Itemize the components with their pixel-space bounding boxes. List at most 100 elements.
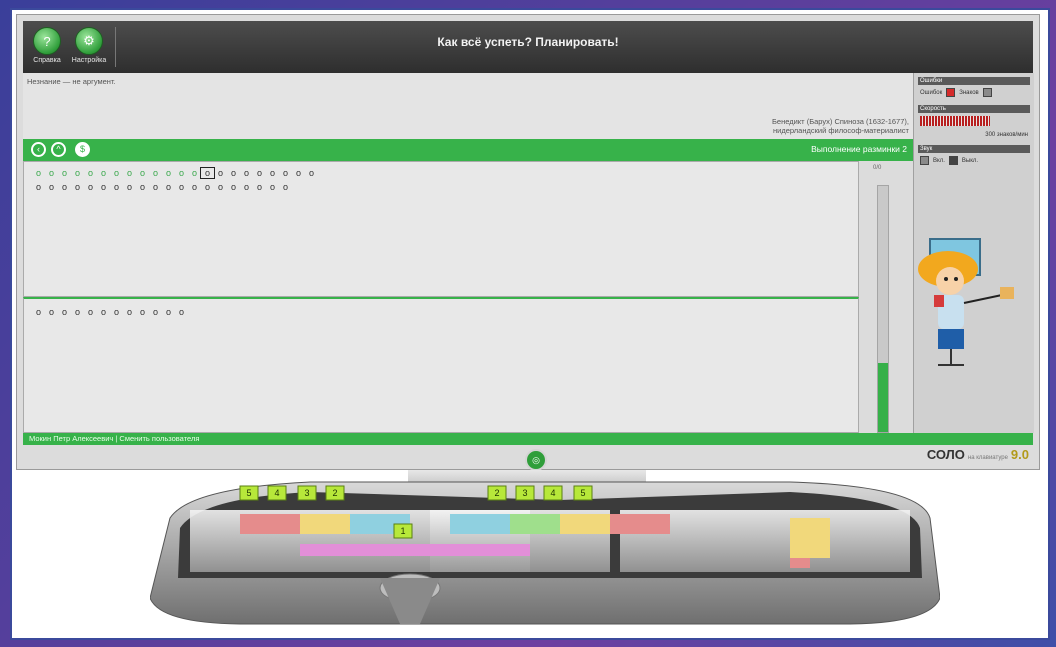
finger-label-left: 2	[332, 488, 337, 498]
sound-header: Звук	[918, 145, 1030, 153]
brand-version: 9.0	[1010, 447, 1029, 462]
app-toolbar: ? Справка ⚙ Настройка Как всё успеть? Пл…	[23, 21, 1033, 73]
typed-char: o	[152, 307, 158, 317]
exercise-char-done: o	[139, 168, 145, 178]
typed-char: o	[100, 307, 106, 317]
sound-off-label: Выкл.	[961, 157, 979, 164]
up-icon[interactable]: ^	[51, 142, 66, 157]
typed-char: o	[61, 307, 67, 317]
quote-text: Незнание — не аргумент.	[27, 77, 116, 86]
exercise-char: o	[295, 168, 301, 178]
user-info[interactable]: Мокин Петр Алексеевич | Сменить пользова…	[29, 434, 199, 443]
keyboard-illustration: 5 4 3 2 2 3 4 5 1	[150, 481, 940, 625]
speed-caption: 300 знаков/мин	[985, 132, 1028, 138]
typed-char: o	[87, 307, 93, 317]
exercise-char: o	[269, 182, 275, 192]
app-logo-icon: ◎	[525, 449, 547, 471]
exercise-char: o	[230, 168, 236, 178]
exercise-toolbar: ‹ ^ $ Выполнение разминки 2	[23, 139, 913, 161]
errors-section: Ошибки Ошибок Знаков	[918, 77, 1030, 100]
typed-char: o	[126, 307, 132, 317]
sound-section: Звук Вкл. Выкл.	[918, 145, 1030, 168]
exercise-char: o	[243, 168, 249, 178]
back-icon[interactable]: ‹	[31, 142, 46, 157]
typed-char: o	[165, 307, 171, 317]
exercise-char: o	[269, 168, 275, 178]
typed-char: o	[48, 307, 54, 317]
help-tool-label: Справка	[33, 57, 61, 64]
finger-label-right: 4	[550, 488, 555, 498]
sound-on-label: Вкл.	[933, 157, 945, 164]
exercise-char: o	[230, 182, 236, 192]
stats-panel: Ошибки Ошибок Знаков Скорость 300 знаков…	[913, 73, 1034, 433]
brand-sub: на клавиатуре	[967, 455, 1008, 461]
level-box	[982, 88, 992, 97]
typed-line: oooooooooooo	[32, 307, 188, 317]
typed-char: o	[113, 307, 119, 317]
exercise-char: o	[191, 182, 197, 192]
speed-header: Скорость	[918, 105, 1030, 113]
exercise-char: o	[243, 182, 249, 192]
exercise-cursor-char: o	[200, 167, 215, 179]
typed-char: o	[139, 307, 145, 317]
exercise-char-done: o	[87, 168, 93, 178]
key-grid	[190, 510, 910, 572]
finger-label-right: 5	[580, 488, 585, 498]
brand-name: СОЛО	[926, 447, 965, 462]
exercise-line-1: oooooooooooooooooooooo	[32, 167, 318, 179]
progress-label: 0/0	[873, 165, 882, 171]
sound-off-toggle[interactable]	[948, 156, 958, 165]
exercise-char: o	[217, 168, 223, 178]
finger-label-right: 2	[494, 488, 499, 498]
quote-author: Бенедикт (Барух) Спиноза (1632-1677), ни…	[772, 117, 909, 135]
exercise-char: o	[61, 182, 67, 192]
brand-logo: СОЛО на клавиатуре 9.0	[927, 447, 1029, 462]
typing-input-area[interactable]: oooooooooooo	[23, 297, 859, 433]
finger-label-right: 3	[522, 488, 527, 498]
speed-section: Скорость 300 знаков/мин	[918, 105, 1030, 141]
exercise-char: o	[308, 168, 314, 178]
exercise-char-done: o	[126, 168, 132, 178]
exercise-char: o	[152, 182, 158, 192]
exercise-char: o	[217, 182, 223, 192]
sound-row: Вкл. Выкл.	[918, 153, 1030, 168]
quote-author-line1: Бенедикт (Барух) Спиноза (1632-1677),	[772, 117, 909, 126]
exercise-char-done: o	[48, 168, 54, 178]
exercise-line-2: oooooooooooooooooooo	[32, 182, 292, 192]
exercise-char-done: o	[74, 168, 80, 178]
typed-char: o	[35, 307, 41, 317]
exercise-char-done: o	[191, 168, 197, 178]
exercise-char: o	[87, 182, 93, 192]
errors-label: Ошибок	[920, 89, 943, 96]
exercise-char: o	[35, 182, 41, 192]
app-title: Как всё успеть? Планировать!	[437, 35, 619, 49]
status-bar: Мокин Петр Алексеевич | Сменить пользова…	[23, 433, 1033, 445]
errors-header: Ошибки	[918, 77, 1030, 85]
exercise-char-done: o	[113, 168, 119, 178]
typed-char: o	[74, 307, 80, 317]
finger-label-left: 3	[304, 488, 309, 498]
exercise-char: o	[48, 182, 54, 192]
progress-column: 0/0	[867, 165, 907, 433]
exercise-char-done: o	[165, 168, 171, 178]
finger-label-left: 5	[246, 488, 251, 498]
exercise-text-area: oooooooooooooooooooooo ooooooooooooooooo…	[23, 161, 859, 297]
exercise-char: o	[256, 182, 262, 192]
exercise-char: o	[74, 182, 80, 192]
exercise-char: o	[113, 182, 119, 192]
exercise-char-done: o	[152, 168, 158, 178]
sound-on-toggle[interactable]	[920, 156, 929, 165]
exercise-status: Выполнение разминки 2	[811, 144, 907, 154]
exercise-char: o	[256, 168, 262, 178]
exercise-char: o	[282, 182, 288, 192]
level-label: Знаков	[959, 89, 979, 96]
exercise-char: o	[139, 182, 145, 192]
finger-label-left: 4	[274, 488, 279, 498]
exercise-char-done: o	[178, 168, 184, 178]
dollar-icon[interactable]: $	[75, 142, 90, 157]
settings-tool-label: Настройка	[71, 57, 107, 64]
typed-char: o	[178, 307, 184, 317]
exercise-char-done: o	[35, 168, 41, 178]
exercise-char: o	[204, 182, 210, 192]
exercise-char: o	[178, 182, 184, 192]
